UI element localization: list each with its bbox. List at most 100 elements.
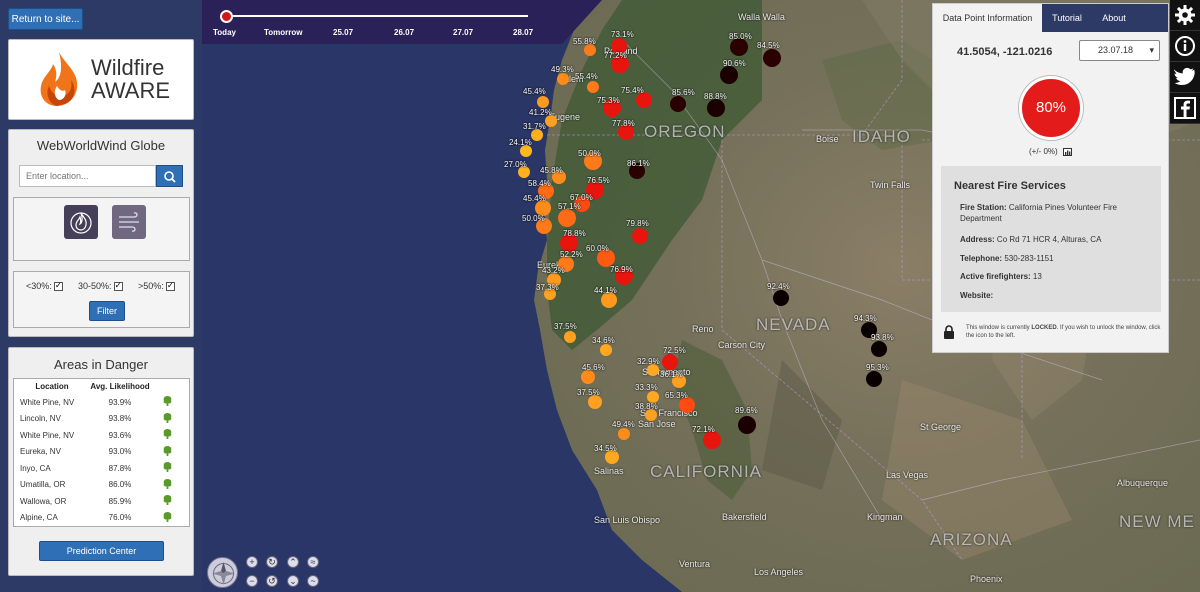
tab-tutorial[interactable]: Tutorial	[1042, 4, 1092, 32]
tab-data-point-information[interactable]: Data Point Information	[933, 4, 1042, 32]
fire-risk-point-label: 76.9%	[610, 265, 633, 274]
facebook-button[interactable]	[1170, 93, 1200, 124]
table-row[interactable]: White Pine, NV 93.9%	[14, 394, 189, 411]
map-place-label: Walla Walla	[738, 12, 785, 22]
filter-low-checkbox[interactable]	[53, 280, 63, 292]
fire-risk-point[interactable]	[738, 416, 756, 434]
timeline-day-3[interactable]: 25.07	[333, 28, 353, 37]
tilt-down-button[interactable]: ⌄	[287, 575, 299, 587]
table-row[interactable]: Lincoln, NV 93.8%	[14, 411, 189, 428]
firefighters-value: 13	[1032, 272, 1042, 281]
fire-risk-point-label: 95.3%	[866, 363, 889, 372]
fire-risk-point-label: 55.8%	[573, 37, 596, 46]
return-to-site-button[interactable]: Return to site...	[8, 8, 83, 30]
fire-risk-point[interactable]	[707, 99, 725, 117]
fire-risk-point[interactable]	[866, 371, 882, 387]
row-likelihood: 76.0%	[108, 513, 132, 523]
fire-station-label: Fire Station:	[960, 203, 1007, 212]
tree-icon	[150, 412, 185, 425]
fire-layer-button[interactable]	[64, 205, 98, 239]
info-button[interactable]	[1170, 31, 1200, 62]
table-body: White Pine, NV 93.9% Lincoln, NV 93.8% White…	[14, 394, 189, 526]
search-button[interactable]	[156, 165, 183, 187]
row-location: Umatilla, OR	[20, 480, 66, 490]
wind-layer-button[interactable]	[112, 205, 146, 239]
settings-button[interactable]	[1170, 0, 1200, 31]
zoom-in-button[interactable]: +	[246, 556, 258, 568]
facebook-icon	[1174, 97, 1196, 119]
map-place-label: Las Vegas	[886, 470, 929, 480]
timeline-bar[interactable]: Today Tomorrow 25.07 26.07 27.07 28.07	[202, 0, 602, 44]
fire-risk-point-label: 79.8%	[626, 219, 649, 228]
exaggeration-down-button[interactable]: ~	[307, 575, 319, 587]
tree-icon	[150, 511, 185, 524]
fire-risk-point-label: 94.3%	[854, 314, 877, 323]
compass-control[interactable]	[207, 557, 238, 588]
tilt-up-button[interactable]: ⌃	[287, 556, 299, 568]
globe-title: WebWorldWind Globe	[36, 138, 166, 153]
zoom-out-button[interactable]: −	[246, 575, 258, 587]
fire-risk-point-label: 27.0%	[504, 160, 527, 169]
map-place-label: Boise	[816, 134, 839, 144]
fire-risk-point-label: 85.6%	[672, 88, 695, 97]
fire-risk-point-label: 34.5%	[594, 444, 617, 453]
timeline-day-4[interactable]: 26.07	[394, 28, 414, 37]
row-location: White Pine, NV	[20, 430, 75, 440]
address-row: Address: Co Rd 71 HCR 4, Alturas, CA	[960, 234, 1150, 245]
timeline-day-6[interactable]: 28.07	[513, 28, 533, 37]
fire-risk-point[interactable]	[763, 49, 781, 67]
lock-icon[interactable]	[943, 325, 955, 339]
filter-button[interactable]: Filter	[89, 301, 125, 321]
filter-high: >50%:	[138, 280, 175, 292]
nearest-fire-services-title: Nearest Fire Services	[954, 180, 1066, 192]
fire-risk-point[interactable]	[600, 344, 612, 356]
logo-line-2: AWARE	[91, 78, 171, 103]
twitter-button[interactable]	[1170, 62, 1200, 93]
timeline-day-5[interactable]: 27.07	[453, 28, 473, 37]
timeline-tomorrow[interactable]: Tomorrow	[264, 28, 303, 37]
table-row[interactable]: White Pine, NV 93.6%	[14, 427, 189, 444]
map-place-label: Albuquerque	[1117, 478, 1169, 488]
fire-risk-point[interactable]	[618, 428, 630, 440]
layer-selector	[13, 197, 190, 261]
filter-mid-label: 30-50%:	[78, 281, 112, 291]
location-search-input[interactable]	[19, 165, 156, 187]
reset-rotate-button[interactable]: ↺	[266, 575, 278, 587]
fire-risk-point[interactable]	[558, 209, 576, 227]
prediction-center-button[interactable]: Prediction Center	[39, 541, 164, 561]
fire-risk-point[interactable]	[632, 228, 648, 244]
row-likelihood: 93.9%	[108, 397, 132, 407]
table-row[interactable]: Inyo, CA 87.8%	[14, 460, 189, 477]
chart-icon[interactable]	[1062, 147, 1072, 156]
fire-risk-point[interactable]	[670, 96, 686, 112]
tab-about[interactable]: About	[1093, 4, 1135, 32]
date-select[interactable]: 23.07.18	[1079, 40, 1160, 61]
info-panel: Data Point Information Tutorial About 41…	[932, 3, 1169, 353]
logo-text: Wildfire AWARE	[91, 56, 170, 102]
fire-risk-point[interactable]	[587, 81, 599, 93]
fire-risk-point-label: 65.3%	[665, 391, 688, 400]
row-location: Lincoln, NV	[20, 414, 61, 424]
exaggeration-up-button[interactable]: ≈	[307, 556, 319, 568]
fire-risk-point[interactable]	[720, 66, 738, 84]
info-icon	[1175, 36, 1195, 56]
table-row[interactable]: Eureka, NV 93.0%	[14, 444, 189, 461]
fire-risk-point[interactable]	[564, 331, 576, 343]
nearest-fire-services-card: Nearest Fire Services Fire Station: Cali…	[941, 166, 1161, 312]
table-row[interactable]: Wallowa, OR 85.9%	[14, 493, 189, 510]
timeline-handle[interactable]	[220, 10, 233, 23]
fire-risk-point[interactable]	[537, 96, 549, 108]
fire-risk-point[interactable]	[871, 341, 887, 357]
fire-station-row: Fire Station: California Pines Volunteer…	[960, 202, 1150, 224]
rotate-button[interactable]: ↻	[266, 556, 278, 568]
table-row[interactable]: Alpine, CA 76.0%	[14, 510, 189, 527]
table-row[interactable]: Umatilla, OR 86.0%	[14, 477, 189, 494]
filter-mid-checkbox[interactable]	[113, 280, 123, 292]
fire-risk-point[interactable]	[588, 395, 602, 409]
fire-risk-point[interactable]	[557, 73, 569, 85]
fire-risk-point[interactable]	[581, 370, 595, 384]
filter-high-checkbox[interactable]	[165, 280, 175, 292]
fire-risk-point[interactable]	[662, 354, 678, 370]
fire-risk-point[interactable]	[773, 290, 789, 306]
timeline-today[interactable]: Today	[213, 28, 236, 37]
